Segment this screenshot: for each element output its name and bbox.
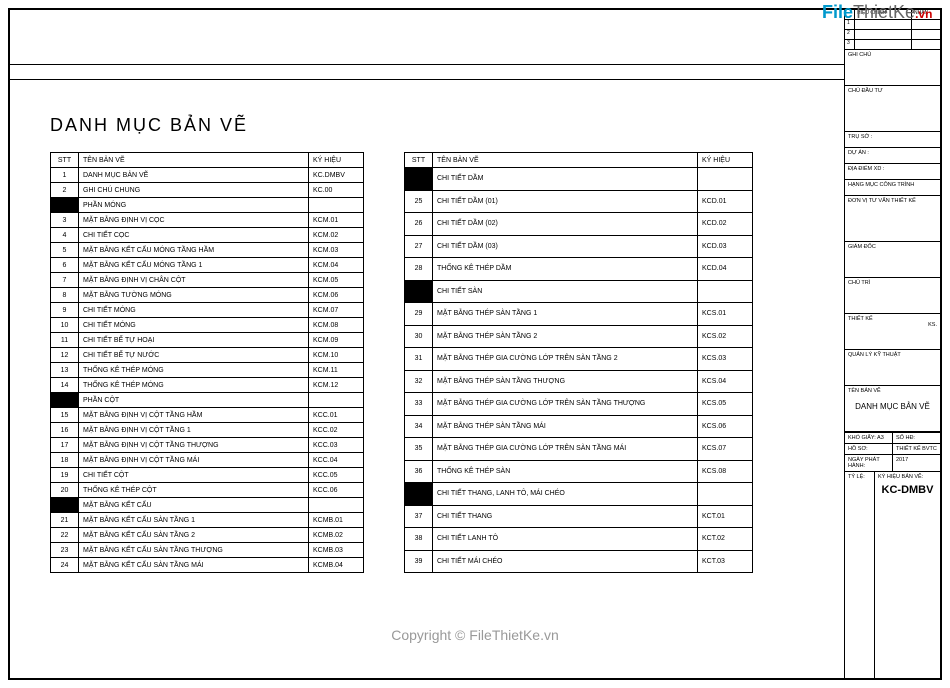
table-row: 34MẶT BẰNG THÉP SÀN TẦNG MÁIKCS.06 <box>405 415 753 438</box>
table-row: 22MẶT BẰNG KẾT CẤU SÀN TẦNG 2KCMB.02 <box>51 528 364 543</box>
table-row: 4CHI TIẾT CỌCKCM.02 <box>51 228 364 243</box>
col-header-stt: STT <box>51 153 79 168</box>
table-row: 2GHI CHÚ CHUNGKC.00 <box>51 183 364 198</box>
table-row: 32MẶT BẰNG THÉP SÀN TẦNG THƯỢNGKCS.04 <box>405 370 753 393</box>
col-header-name: TÊN BẢN VẼ <box>433 153 698 168</box>
title-block: HIỆU CHỈNHNHẬN 1 2 3 GHI CHÚ CHỦ ĐẦU TƯ … <box>845 10 940 678</box>
col-header-stt: STT <box>405 153 433 168</box>
table-section-row: MẶT BẰNG KẾT CẤU <box>51 498 364 513</box>
table-row: 36THỐNG KÊ THÉP SÀNKCS.08 <box>405 460 753 483</box>
tb-hangmuc: HẠNG MỤC CÔNG TRÌNH <box>845 180 940 196</box>
tb-row-khogiay: KHỔ GIẤY: A3SỐ HĐ: <box>845 432 940 443</box>
table-row: 5MẶT BẰNG KẾT CẤU MÓNG TẦNG HẦMKCM.03 <box>51 243 364 258</box>
table-section-row: CHI TIẾT THANG, LANH TÔ, MÁI CHÉO <box>405 483 753 506</box>
col-header-name: TÊN BẢN VẼ <box>79 153 309 168</box>
table-row: 10CHI TIẾT MÓNGKCM.08 <box>51 318 364 333</box>
table-section-row: CHI TIẾT DẦM <box>405 168 753 191</box>
table-row: 33MẶT BẰNG THÉP GIA CƯỜNG LỚP TRÊN SÀN T… <box>405 393 753 416</box>
table-section-row: CHI TIẾT SÀN <box>405 280 753 303</box>
table-row: 8MẶT BẰNG TƯỜNG MÓNGKCM.06 <box>51 288 364 303</box>
table-row: 23MẶT BẰNG KẾT CẤU SÀN TẦNG THƯỢNGKCMB.0… <box>51 543 364 558</box>
table-row: 16MẶT BẰNG ĐỊNH VỊ CỘT TẦNG 1KCC.02 <box>51 423 364 438</box>
table-row: 9CHI TIẾT MÓNGKCM.07 <box>51 303 364 318</box>
table-section-row: PHẦN CỘT <box>51 393 364 408</box>
table-row: 19CHI TIẾT CỘTKCC.05 <box>51 468 364 483</box>
table-row: 14THỐNG KÊ THÉP MÓNGKCM.12 <box>51 378 364 393</box>
table-row: 24MẶT BẰNG KẾT CẤU SÀN TẦNG MÁIKCMB.04 <box>51 558 364 573</box>
table-row: 3MẶT BẰNG ĐỊNH VỊ CỌCKCM.01 <box>51 213 364 228</box>
tb-dvtv: ĐƠN VỊ TƯ VẤN THIẾT KẾ <box>845 196 940 242</box>
watermark-logo: FileThietKe.vn <box>822 2 932 23</box>
tb-qlkt: QUẢN LÝ KỸ THUẬT <box>845 350 940 386</box>
tb-duan: DỰ ÁN : <box>845 148 940 164</box>
drawing-sheet: DANH MỤC BẢN VẼ STT TÊN BẢN VẼ KÝ HIỆU 1… <box>8 8 942 680</box>
drawing-index-table-2: STT TÊN BẢN VẼ KÝ HIỆU CHI TIẾT DẦM25CHI… <box>404 152 753 573</box>
tb-row-hoso: HỒ SƠ:THIẾT KẾ BVTC <box>845 443 940 454</box>
col-header-code: KÝ HIỆU <box>309 153 364 168</box>
table-section-row: PHẦN MÓNG <box>51 198 364 213</box>
col-header-code: KÝ HIỆU <box>698 153 753 168</box>
table-row: 39CHI TIẾT MÁI CHÉOKCT.03 <box>405 550 753 573</box>
table-row: 37CHI TIẾT THANGKCT.01 <box>405 505 753 528</box>
drawing-index-table-1: STT TÊN BẢN VẼ KÝ HIỆU 1DANH MỤC BẢN VẼK… <box>50 152 364 573</box>
page-title: DANH MỤC BẢN VẼ <box>50 115 824 136</box>
table-row: 35MẶT BẰNG THÉP GIA CƯỜNG LỚP TRÊN SÀN T… <box>405 438 753 461</box>
table-row: 27CHI TIẾT DẦM (03)KCD.03 <box>405 235 753 258</box>
table-row: 29MẶT BẰNG THÉP SÀN TẦNG 1KCS.01 <box>405 303 753 326</box>
tb-row-ngay: NGÀY PHÁT HÀNH:2017 <box>845 454 940 471</box>
table-row: 13THỐNG KÊ THÉP MÓNGKCM.11 <box>51 363 364 378</box>
tb-truso: TRỤ SỞ : <box>845 132 940 148</box>
table-row: 12CHI TIẾT BỂ TỰ NƯỚCKCM.10 <box>51 348 364 363</box>
table-row: 28THỐNG KÊ THÉP DẦMKCD.04 <box>405 258 753 281</box>
table-row: 30MẶT BẰNG THÉP SÀN TẦNG 2KCS.02 <box>405 325 753 348</box>
table-row: 11CHI TIẾT BỂ TỰ HOẠIKCM.09 <box>51 333 364 348</box>
table-row: 6MẶT BẰNG KẾT CẤU MÓNG TẦNG 1KCM.04 <box>51 258 364 273</box>
table-row: 25CHI TIẾT DẦM (01)KCD.01 <box>405 190 753 213</box>
tb-chutri: CHỦ TRÌ <box>845 278 940 314</box>
tb-row-tyle: TỶ LỆ: KÝ HIỆU BẢN VẼ: KC-DMBV <box>845 471 940 678</box>
tb-thietke: THIẾT KẾKS. <box>845 314 940 350</box>
main-area: DANH MỤC BẢN VẼ STT TÊN BẢN VẼ KÝ HIỆU 1… <box>10 10 845 678</box>
table-row: 26CHI TIẾT DẦM (02)KCD.02 <box>405 213 753 236</box>
table-row: 21MẶT BẰNG KẾT CẤU SÀN TẦNG 1KCMB.01 <box>51 513 364 528</box>
table-row: 1DANH MỤC BẢN VẼKC.DMBV <box>51 168 364 183</box>
table-row: 7MẶT BẰNG ĐỊNH VỊ CHÂN CỘTKCM.05 <box>51 273 364 288</box>
table-row: 20THỐNG KÊ THÉP CỘTKCC.06 <box>51 483 364 498</box>
table-row: 15MẶT BẰNG ĐỊNH VỊ CỘT TẦNG HẦMKCC.01 <box>51 408 364 423</box>
sheet-code: KC-DMBV <box>878 484 937 496</box>
table-row: 38CHI TIẾT LANH TÔKCT.02 <box>405 528 753 551</box>
tb-diadiem: ĐỊA ĐIỂM XD : <box>845 164 940 180</box>
tb-cdt: CHỦ ĐẦU TƯ <box>845 86 940 132</box>
table-row: 18MẶT BẰNG ĐỊNH VỊ CỘT TẦNG MÁIKCC.04 <box>51 453 364 468</box>
tb-tenbanve: TÊN BẢN VẼ DANH MỤC BẢN VẼ <box>845 386 940 432</box>
tb-ghichu: GHI CHÚ <box>845 50 940 86</box>
table-row: 31MẶT BẰNG THÉP GIA CƯỜNG LỚP TRÊN SÀN T… <box>405 348 753 371</box>
tb-giamdoc: GIÁM ĐỐC <box>845 242 940 278</box>
table-row: 17MẶT BẰNG ĐỊNH VỊ CỘT TẦNG THƯỢNGKCC.03 <box>51 438 364 453</box>
